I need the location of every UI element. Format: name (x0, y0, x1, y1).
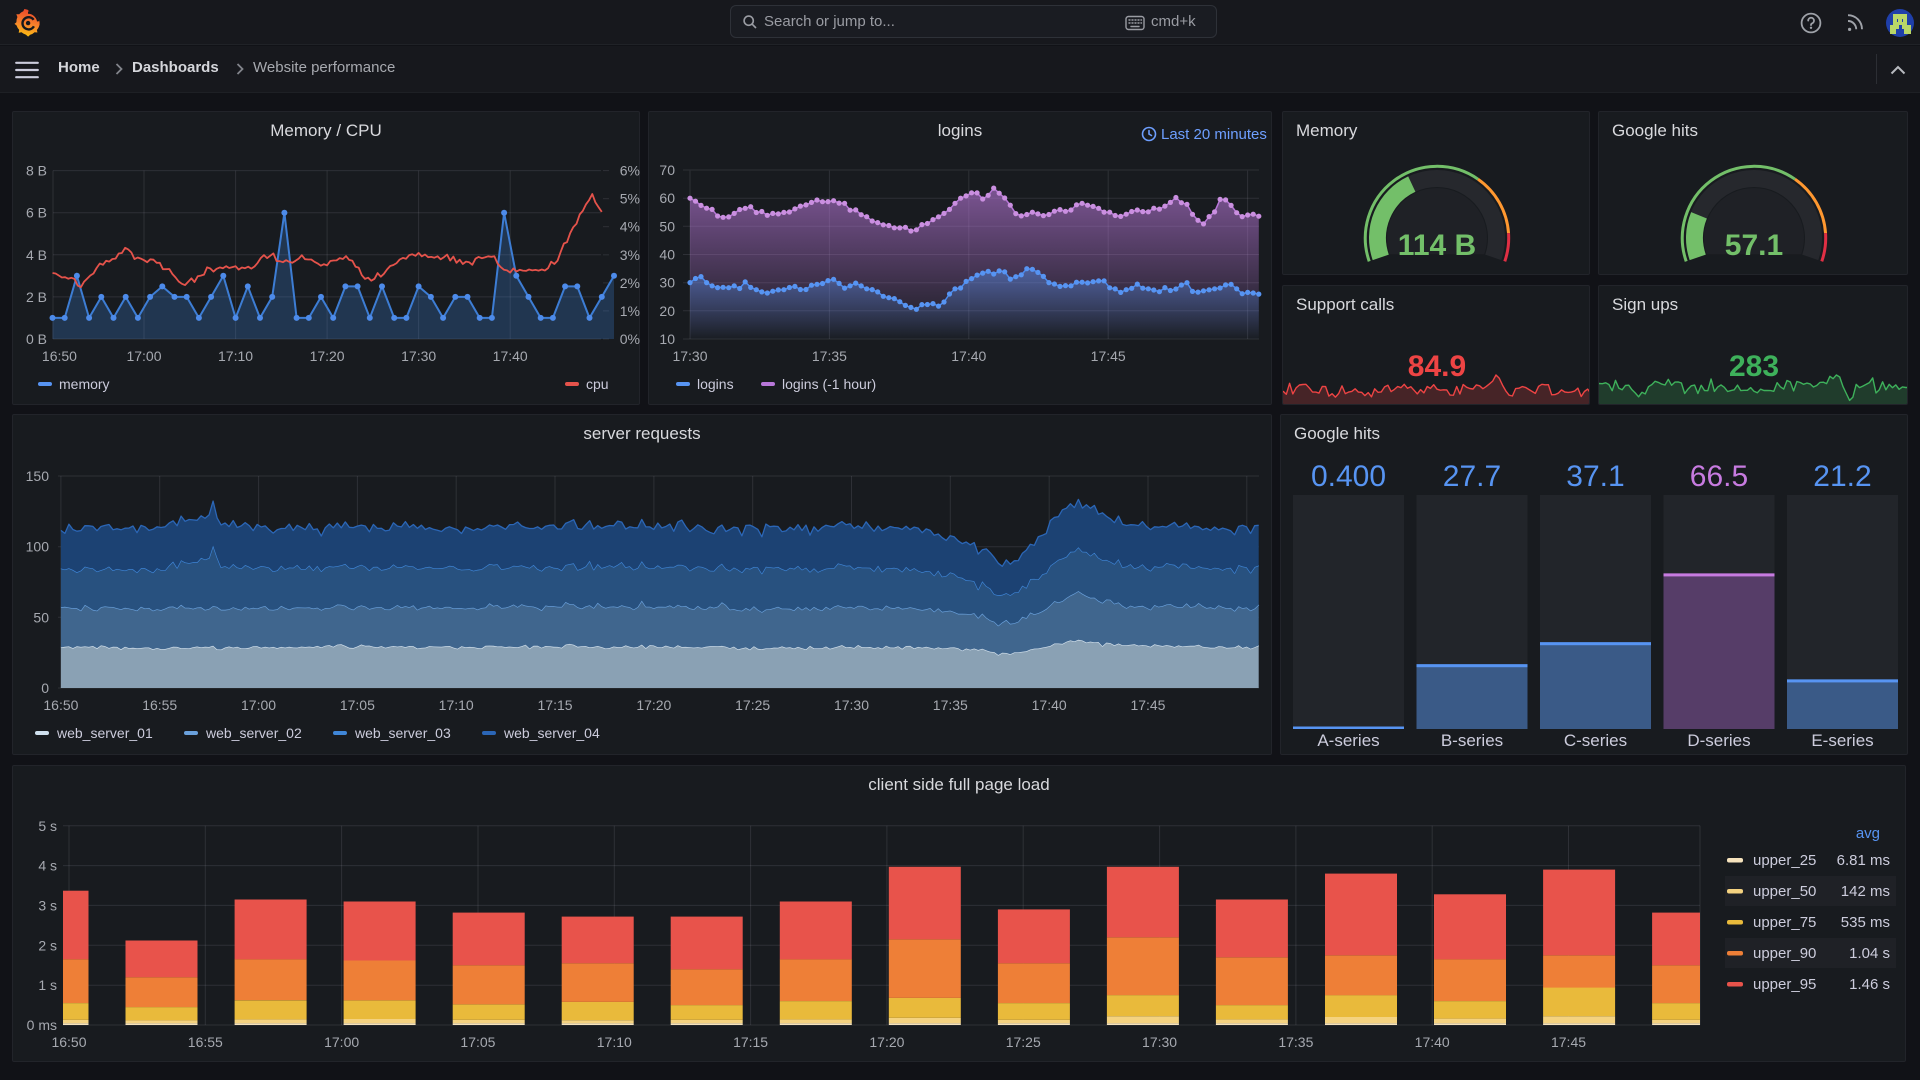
svg-text:114 B: 114 B (1398, 229, 1476, 262)
svg-text:16:50: 16:50 (43, 697, 78, 713)
svg-text:17:05: 17:05 (340, 697, 375, 713)
svg-text:avg: avg (1856, 825, 1880, 842)
svg-text:17:00: 17:00 (241, 697, 276, 713)
svg-text:17:15: 17:15 (538, 697, 573, 713)
svg-text:1 s: 1 s (38, 977, 57, 993)
svg-text:150: 150 (26, 468, 50, 484)
svg-text:3%: 3% (620, 247, 640, 263)
svg-text:27.7: 27.7 (1443, 460, 1501, 493)
svg-text:142 ms: 142 ms (1841, 883, 1890, 900)
svg-text:memory: memory (59, 376, 110, 392)
svg-text:70: 70 (659, 162, 675, 178)
svg-text:16:50: 16:50 (51, 1034, 86, 1050)
svg-text:60: 60 (659, 190, 675, 206)
svg-text:20: 20 (659, 303, 675, 319)
svg-text:30: 30 (659, 275, 675, 291)
svg-text:1.04 s: 1.04 s (1849, 945, 1890, 962)
svg-text:17:20: 17:20 (869, 1034, 904, 1050)
svg-text:0 ms: 0 ms (27, 1017, 57, 1033)
svg-text:17:35: 17:35 (1278, 1034, 1313, 1050)
svg-text:6.81 ms: 6.81 ms (1837, 852, 1890, 869)
svg-text:0%: 0% (620, 331, 640, 347)
svg-text:1%: 1% (620, 303, 640, 319)
svg-text:17:40: 17:40 (951, 348, 986, 364)
svg-text:283: 283 (1729, 350, 1779, 383)
svg-text:cpu: cpu (586, 376, 609, 392)
svg-text:17:00: 17:00 (126, 348, 161, 364)
svg-text:0.400: 0.400 (1311, 460, 1386, 493)
svg-text:66.5: 66.5 (1690, 460, 1748, 493)
svg-text:17:20: 17:20 (310, 348, 345, 364)
svg-text:E-series: E-series (1811, 731, 1873, 750)
svg-text:17:20: 17:20 (636, 697, 671, 713)
svg-text:4 s: 4 s (38, 858, 57, 874)
svg-text:84.9: 84.9 (1408, 350, 1466, 383)
svg-text:535 ms: 535 ms (1841, 914, 1890, 931)
svg-text:40: 40 (659, 246, 675, 262)
svg-text:4 B: 4 B (26, 247, 47, 263)
svg-text:17:10: 17:10 (597, 1034, 632, 1050)
svg-text:upper_75: upper_75 (1753, 914, 1816, 931)
svg-text:0: 0 (41, 680, 49, 696)
svg-text:logins (-1 hour): logins (-1 hour) (782, 376, 876, 392)
svg-text:17:40: 17:40 (1415, 1034, 1450, 1050)
svg-text:10: 10 (659, 331, 675, 347)
svg-text:B-series: B-series (1441, 731, 1503, 750)
svg-text:3 s: 3 s (38, 897, 57, 913)
svg-text:upper_50: upper_50 (1753, 883, 1816, 900)
svg-text:17:40: 17:40 (1032, 697, 1067, 713)
svg-text:A-series: A-series (1317, 731, 1379, 750)
svg-text:50: 50 (33, 609, 49, 625)
svg-text:17:45: 17:45 (1551, 1034, 1586, 1050)
svg-text:21.2: 21.2 (1813, 460, 1871, 493)
svg-text:17:10: 17:10 (218, 348, 253, 364)
svg-text:17:35: 17:35 (812, 348, 847, 364)
svg-text:17:35: 17:35 (933, 697, 968, 713)
svg-text:0 B: 0 B (26, 331, 47, 347)
svg-text:Last 20 minutes: Last 20 minutes (1161, 126, 1267, 143)
svg-text:16:55: 16:55 (142, 697, 177, 713)
svg-text:100: 100 (26, 539, 50, 555)
svg-text:17:30: 17:30 (672, 348, 707, 364)
svg-text:17:25: 17:25 (735, 697, 770, 713)
svg-text:17:30: 17:30 (401, 348, 436, 364)
svg-text:C-series: C-series (1564, 731, 1627, 750)
svg-text:web_server_01: web_server_01 (56, 725, 153, 741)
svg-text:2%: 2% (620, 275, 640, 291)
svg-text:17:05: 17:05 (460, 1034, 495, 1050)
svg-text:6 B: 6 B (26, 205, 47, 221)
svg-text:upper_90: upper_90 (1753, 945, 1816, 962)
svg-text:16:55: 16:55 (188, 1034, 223, 1050)
svg-text:37.1: 37.1 (1566, 460, 1624, 493)
svg-text:17:45: 17:45 (1091, 348, 1126, 364)
svg-text:17:10: 17:10 (439, 697, 474, 713)
svg-text:50: 50 (659, 218, 675, 234)
svg-text:logins: logins (697, 376, 734, 392)
svg-text:57.1: 57.1 (1725, 229, 1783, 262)
svg-text:D-series: D-series (1687, 731, 1750, 750)
svg-text:6%: 6% (620, 163, 640, 179)
svg-text:17:40: 17:40 (493, 348, 528, 364)
svg-text:web_server_04: web_server_04 (503, 725, 600, 741)
svg-text:17:30: 17:30 (834, 697, 869, 713)
svg-text:17:30: 17:30 (1142, 1034, 1177, 1050)
svg-text:17:25: 17:25 (1006, 1034, 1041, 1050)
svg-text:upper_95: upper_95 (1753, 976, 1816, 993)
svg-text:17:15: 17:15 (733, 1034, 768, 1050)
svg-text:2 s: 2 s (38, 937, 57, 953)
svg-text:17:45: 17:45 (1130, 697, 1165, 713)
svg-text:5 s: 5 s (38, 818, 57, 834)
svg-text:17:00: 17:00 (324, 1034, 359, 1050)
svg-text:4%: 4% (620, 219, 640, 235)
svg-text:web_server_03: web_server_03 (354, 725, 451, 741)
svg-text:upper_25: upper_25 (1753, 852, 1816, 869)
svg-text:1.46 s: 1.46 s (1849, 976, 1890, 993)
svg-text:5%: 5% (620, 191, 640, 207)
svg-text:web_server_02: web_server_02 (205, 725, 302, 741)
svg-text:2 B: 2 B (26, 289, 47, 305)
svg-text:16:50: 16:50 (42, 348, 77, 364)
svg-text:8 B: 8 B (26, 163, 47, 179)
